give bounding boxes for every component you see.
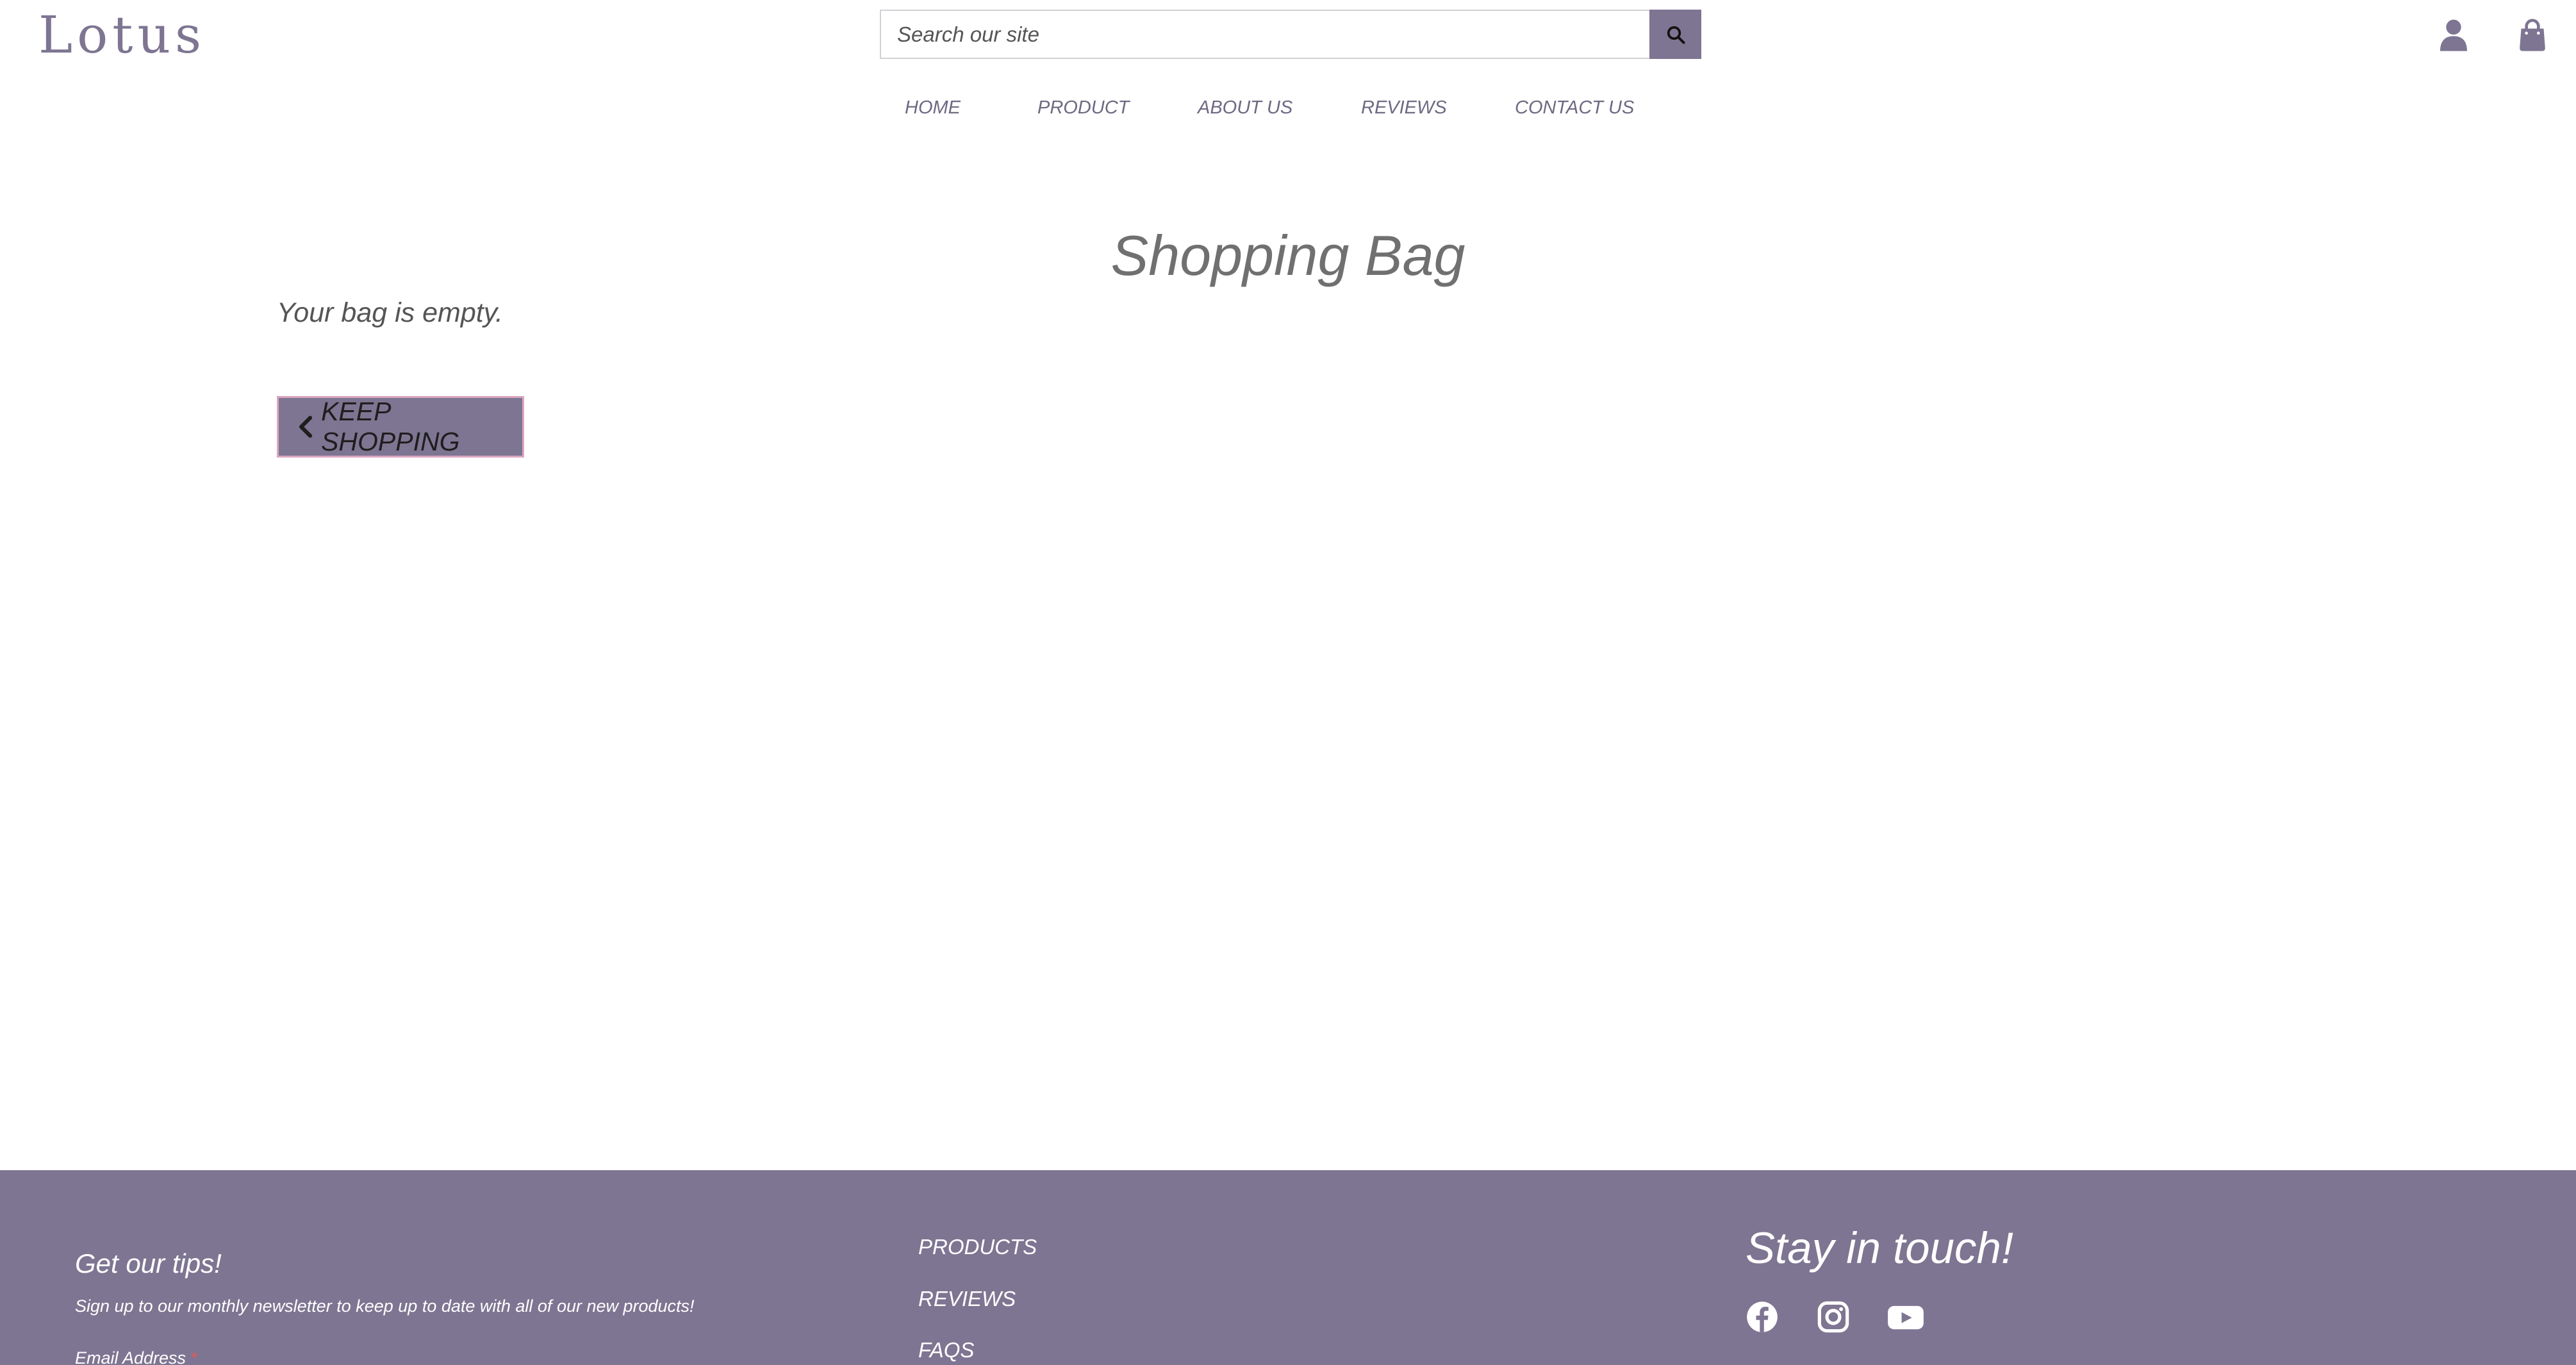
youtube-link[interactable]	[1887, 1300, 1925, 1334]
nav-reviews[interactable]: REVIEWS	[1361, 97, 1447, 119]
footer: Get our tips! Sign up to our monthly new…	[0, 1170, 2576, 1365]
shopping-bag-icon	[2520, 19, 2545, 51]
instagram-link[interactable]	[1817, 1300, 1850, 1334]
user-icon	[2440, 19, 2467, 51]
search-button[interactable]	[1649, 10, 1701, 59]
footer-link-products[interactable]: PRODUCTS	[918, 1235, 1037, 1259]
required-mark: *	[191, 1348, 198, 1365]
facebook-icon	[1747, 1302, 1778, 1332]
footer-link-faqs[interactable]: FAQS	[918, 1338, 974, 1362]
keep-shopping-label: KEEP SHOPPING	[321, 397, 460, 456]
chevron-left-icon	[299, 415, 313, 438]
nav-about-us[interactable]: ABOUT US	[1198, 97, 1292, 119]
search-bar	[880, 10, 1701, 59]
stay-in-touch-title: Stay in touch!	[1746, 1223, 2014, 1273]
brand-logo[interactable]: Lotus	[38, 5, 206, 65]
newsletter-text: Sign up to our monthly newsletter to kee…	[75, 1296, 695, 1316]
nav-contact-us[interactable]: CONTACT US	[1515, 97, 1634, 119]
shopping-bag-button[interactable]	[2514, 17, 2550, 53]
empty-bag-message: Your bag is empty.	[277, 297, 503, 328]
keep-shopping-button[interactable]: KEEP SHOPPING	[277, 396, 524, 458]
instagram-icon	[1817, 1301, 1849, 1333]
search-icon	[1667, 26, 1685, 44]
account-button[interactable]	[2436, 17, 2472, 53]
footer-link-reviews[interactable]: REVIEWS	[918, 1287, 1016, 1311]
youtube-icon	[1888, 1305, 1924, 1330]
facebook-link[interactable]	[1746, 1300, 1779, 1334]
newsletter-title: Get our tips!	[75, 1248, 222, 1278]
email-label-row: Email Address *	[75, 1348, 198, 1365]
nav-home[interactable]: HOME	[905, 97, 961, 119]
email-label: Email Address	[75, 1348, 186, 1365]
page-title: Shopping Bag	[1110, 224, 1466, 287]
search-input[interactable]	[881, 11, 1650, 58]
nav-product[interactable]: PRODUCT	[1037, 97, 1129, 119]
